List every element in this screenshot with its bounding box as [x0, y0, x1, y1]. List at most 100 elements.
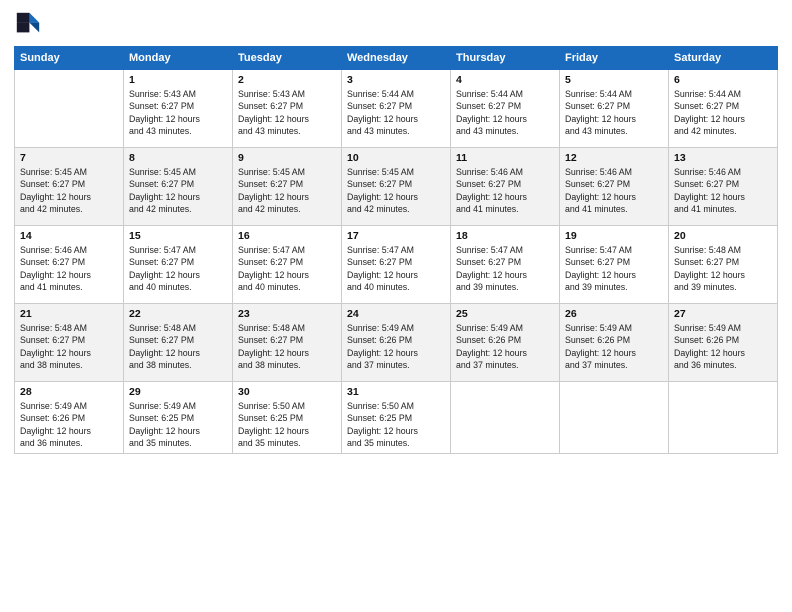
day-number: 13 [674, 152, 772, 164]
day-info: Sunrise: 5:43 AMSunset: 6:27 PMDaylight:… [238, 88, 336, 137]
day-info: Sunrise: 5:47 AMSunset: 6:27 PMDaylight:… [238, 244, 336, 293]
day-number: 18 [456, 230, 554, 242]
weekday-header-sunday: Sunday [15, 47, 124, 70]
page: SundayMondayTuesdayWednesdayThursdayFrid… [0, 0, 792, 612]
calendar-cell: 22 Sunrise: 5:48 AMSunset: 6:27 PMDayligh… [124, 304, 233, 382]
day-info: Sunrise: 5:45 AMSunset: 6:27 PMDaylight:… [20, 166, 118, 215]
day-info: Sunrise: 5:48 AMSunset: 6:27 PMDaylight:… [238, 322, 336, 371]
calendar-cell: 15Sunrise: 5:47 AMSunset: 6:27 PMDayligh… [124, 226, 233, 304]
calendar-cell: 3Sunrise: 5:44 AMSunset: 6:27 PMDaylight… [342, 70, 451, 148]
day-number: 4 [456, 74, 554, 86]
day-number: 7 [20, 152, 118, 164]
calendar-table: SundayMondayTuesdayWednesdayThursdayFrid… [14, 46, 778, 454]
calendar-body: 1 Sunrise: 5:43 AMSunset: 6:27 PMDaylight… [15, 70, 778, 454]
weekday-header-thursday: Thursday [451, 47, 560, 70]
calendar-cell: 23Sunrise: 5:48 AMSunset: 6:27 PMDayligh… [233, 304, 342, 382]
day-info: Sunrise: 5:44 AMSunset: 6:27 PMDaylight:… [456, 88, 554, 137]
day-number: 2 [238, 74, 336, 86]
day-number: 12 [565, 152, 663, 164]
day-number: 28 [20, 386, 118, 398]
day-info: Sunrise: 5:49 AMSunset: 6:26 PMDaylight:… [565, 322, 663, 371]
calendar-cell: 4 Sunrise: 5:44 AMSunset: 6:27 PMDaylight… [451, 70, 560, 148]
day-info: Sunrise: 5:45 AMSunset: 6:27 PMDaylight:… [238, 166, 336, 215]
day-number: 24 [347, 308, 445, 320]
day-number: 1 [129, 74, 227, 86]
day-info: Sunrise: 5:50 AMSunset: 6:25 PMDaylight:… [347, 400, 445, 449]
day-number: 16 [238, 230, 336, 242]
day-number: 21 [20, 308, 118, 320]
calendar-cell: 29Sunrise: 5:49 AMSunset: 6:25 PMDayligh… [124, 382, 233, 454]
day-info: Sunrise: 5:49 AMSunset: 6:26 PMDaylight:… [20, 400, 118, 449]
day-info: Sunrise: 5:44 AMSunset: 6:27 PMDaylight:… [565, 88, 663, 137]
day-number: 17 [347, 230, 445, 242]
day-info: Sunrise: 5:46 AMSunset: 6:27 PMDaylight:… [565, 166, 663, 215]
weekday-header-wednesday: Wednesday [342, 47, 451, 70]
calendar-cell: 10 Sunrise: 5:45 AMSunset: 6:27 PMDayligh… [342, 148, 451, 226]
day-number: 19 [565, 230, 663, 242]
calendar-cell: 19Sunrise: 5:47 AMSunset: 6:27 PMDayligh… [560, 226, 669, 304]
day-info: Sunrise: 5:49 AMSunset: 6:26 PMDaylight:… [347, 322, 445, 371]
week-row-4: 28 Sunrise: 5:49 AMSunset: 6:26 PMDayligh… [15, 382, 778, 454]
calendar-cell: 6 Sunrise: 5:44 AMSunset: 6:27 PMDaylight… [669, 70, 778, 148]
day-info: Sunrise: 5:49 AMSunset: 6:25 PMDaylight:… [129, 400, 227, 449]
day-info: Sunrise: 5:50 AMSunset: 6:25 PMDaylight:… [238, 400, 336, 449]
weekday-header-saturday: Saturday [669, 47, 778, 70]
calendar-cell: 31 Sunrise: 5:50 AMSunset: 6:25 PMDayligh… [342, 382, 451, 454]
day-info: Sunrise: 5:44 AMSunset: 6:27 PMDaylight:… [347, 88, 445, 137]
calendar-cell [15, 70, 124, 148]
day-info: Sunrise: 5:48 AMSunset: 6:27 PMDaylight:… [20, 322, 118, 371]
day-info: Sunrise: 5:49 AMSunset: 6:26 PMDaylight:… [674, 322, 772, 371]
day-info: Sunrise: 5:46 AMSunset: 6:27 PMDaylight:… [674, 166, 772, 215]
day-info: Sunrise: 5:46 AMSunset: 6:27 PMDaylight:… [20, 244, 118, 293]
calendar-cell: 8 Sunrise: 5:45 AMSunset: 6:27 PMDaylight… [124, 148, 233, 226]
day-info: Sunrise: 5:44 AMSunset: 6:27 PMDaylight:… [674, 88, 772, 137]
calendar-cell: 25Sunrise: 5:49 AMSunset: 6:26 PMDayligh… [451, 304, 560, 382]
calendar-cell [451, 382, 560, 454]
day-number: 22 [129, 308, 227, 320]
day-number: 25 [456, 308, 554, 320]
weekday-header-monday: Monday [124, 47, 233, 70]
day-number: 6 [674, 74, 772, 86]
calendar-cell: 21 Sunrise: 5:48 AMSunset: 6:27 PMDayligh… [15, 304, 124, 382]
day-info: Sunrise: 5:48 AMSunset: 6:27 PMDaylight:… [674, 244, 772, 293]
week-row-3: 21 Sunrise: 5:48 AMSunset: 6:27 PMDayligh… [15, 304, 778, 382]
calendar-cell: 26Sunrise: 5:49 AMSunset: 6:26 PMDayligh… [560, 304, 669, 382]
week-row-0: 1 Sunrise: 5:43 AMSunset: 6:27 PMDaylight… [15, 70, 778, 148]
day-info: Sunrise: 5:48 AMSunset: 6:27 PMDaylight:… [129, 322, 227, 371]
calendar-cell: 20 Sunrise: 5:48 AMSunset: 6:27 PMDayligh… [669, 226, 778, 304]
weekday-header-friday: Friday [560, 47, 669, 70]
logo [14, 10, 46, 38]
calendar-cell: 13 Sunrise: 5:46 AMSunset: 6:27 PMDayligh… [669, 148, 778, 226]
day-number: 10 [347, 152, 445, 164]
day-number: 8 [129, 152, 227, 164]
calendar-cell: 11Sunrise: 5:46 AMSunset: 6:27 PMDayligh… [451, 148, 560, 226]
calendar-cell: 17Sunrise: 5:47 AMSunset: 6:27 PMDayligh… [342, 226, 451, 304]
day-number: 9 [238, 152, 336, 164]
day-info: Sunrise: 5:43 AMSunset: 6:27 PMDaylight:… [129, 88, 227, 137]
day-info: Sunrise: 5:47 AMSunset: 6:27 PMDaylight:… [129, 244, 227, 293]
day-number: 30 [238, 386, 336, 398]
weekday-header-row: SundayMondayTuesdayWednesdayThursdayFrid… [15, 47, 778, 70]
week-row-2: 14Sunrise: 5:46 AMSunset: 6:27 PMDayligh… [15, 226, 778, 304]
calendar-cell: 24 Sunrise: 5:49 AMSunset: 6:26 PMDayligh… [342, 304, 451, 382]
header [14, 10, 778, 38]
day-info: Sunrise: 5:46 AMSunset: 6:27 PMDaylight:… [456, 166, 554, 215]
calendar-cell: 14Sunrise: 5:46 AMSunset: 6:27 PMDayligh… [15, 226, 124, 304]
calendar-cell: 30 Sunrise: 5:50 AMSunset: 6:25 PMDayligh… [233, 382, 342, 454]
calendar-cell [560, 382, 669, 454]
day-info: Sunrise: 5:45 AMSunset: 6:27 PMDaylight:… [347, 166, 445, 215]
calendar-cell [669, 382, 778, 454]
day-info: Sunrise: 5:47 AMSunset: 6:27 PMDaylight:… [456, 244, 554, 293]
calendar-cell: 27 Sunrise: 5:49 AMSunset: 6:26 PMDayligh… [669, 304, 778, 382]
day-number: 5 [565, 74, 663, 86]
calendar-cell: 28 Sunrise: 5:49 AMSunset: 6:26 PMDayligh… [15, 382, 124, 454]
calendar-cell: 9 Sunrise: 5:45 AMSunset: 6:27 PMDaylight… [233, 148, 342, 226]
day-info: Sunrise: 5:45 AMSunset: 6:27 PMDaylight:… [129, 166, 227, 215]
weekday-header-tuesday: Tuesday [233, 47, 342, 70]
day-number: 20 [674, 230, 772, 242]
calendar-cell: 2 Sunrise: 5:43 AMSunset: 6:27 PMDaylight… [233, 70, 342, 148]
day-number: 31 [347, 386, 445, 398]
calendar-cell: 12 Sunrise: 5:46 AMSunset: 6:27 PMDayligh… [560, 148, 669, 226]
day-number: 27 [674, 308, 772, 320]
calendar-cell: 1 Sunrise: 5:43 AMSunset: 6:27 PMDaylight… [124, 70, 233, 148]
